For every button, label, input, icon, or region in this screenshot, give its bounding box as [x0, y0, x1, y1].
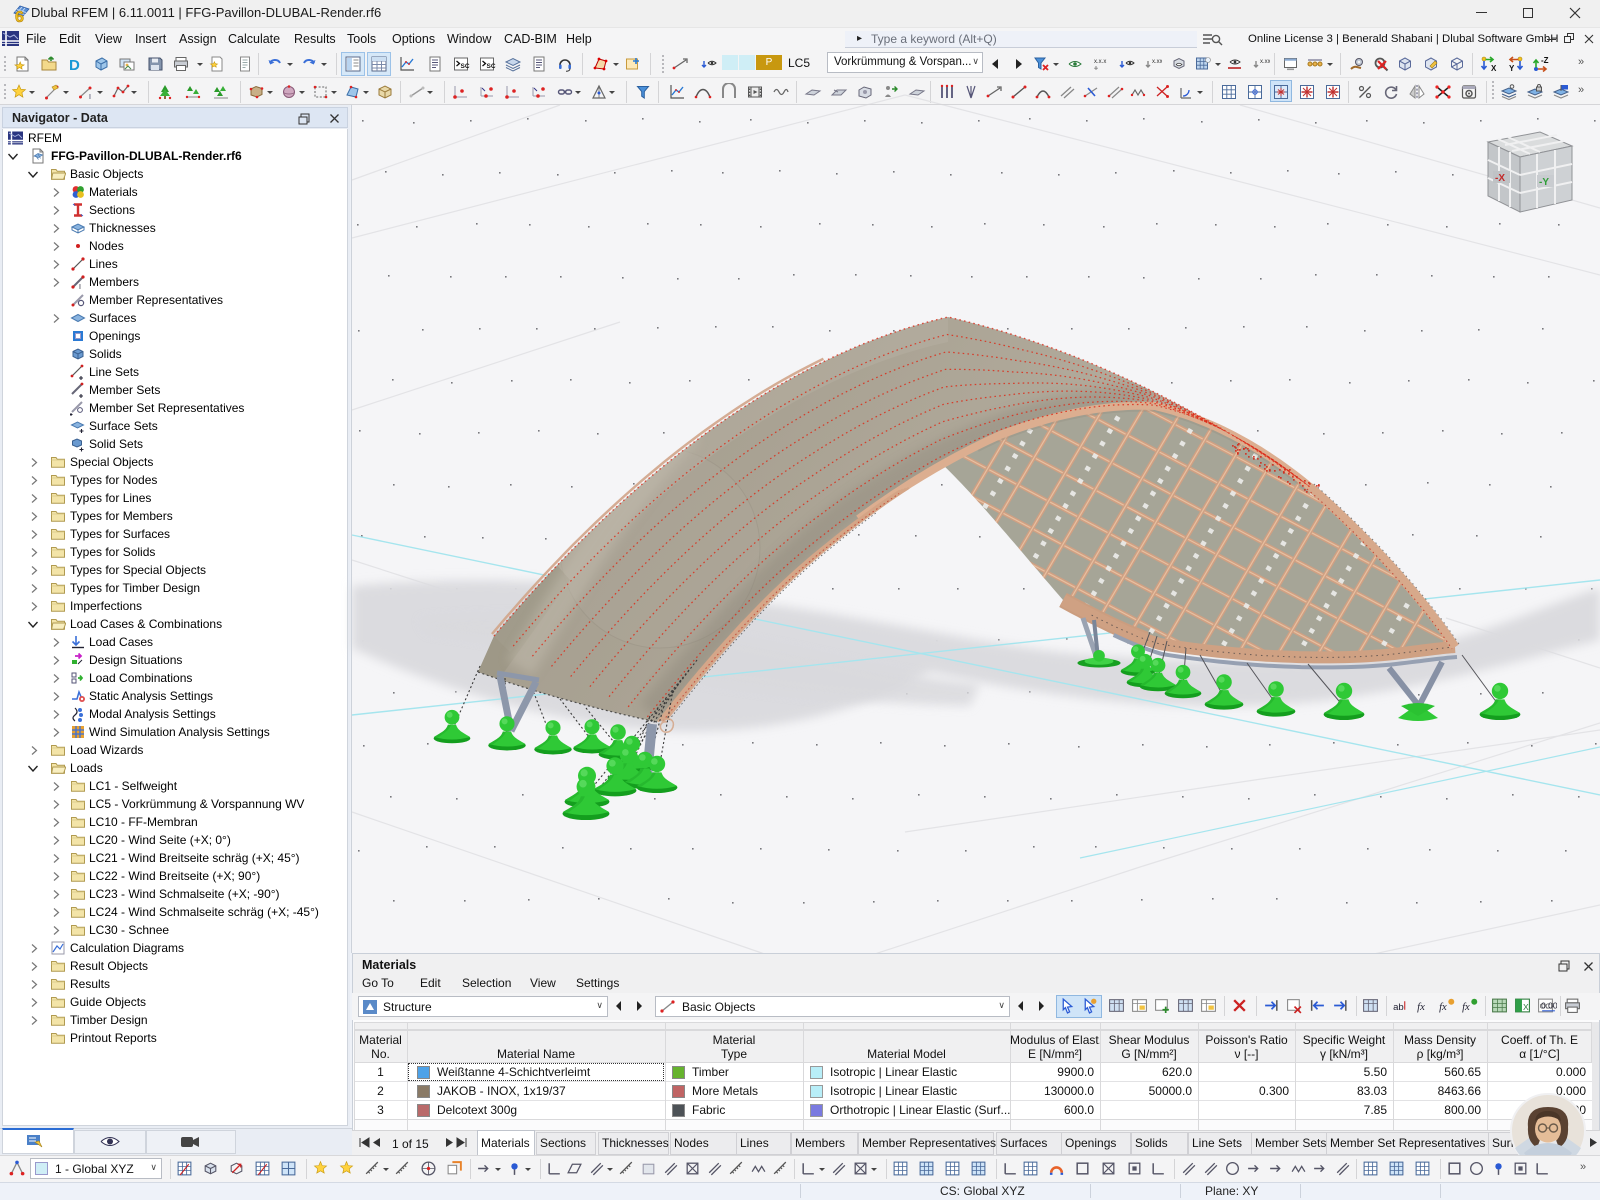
svg-text:fx: fx	[1462, 1002, 1470, 1013]
svg-text:-X: -X	[1495, 173, 1505, 184]
svg-text:ab: ab	[1393, 1002, 1404, 1013]
svg-text:fx: fx	[1439, 1002, 1447, 1013]
svg-text:fx: fx	[1417, 1002, 1425, 1013]
svg-text:-Y: -Y	[1539, 177, 1549, 188]
svg-text:0.00: 0.00	[1541, 1001, 1557, 1011]
svg-text:X: X	[1523, 1002, 1529, 1012]
